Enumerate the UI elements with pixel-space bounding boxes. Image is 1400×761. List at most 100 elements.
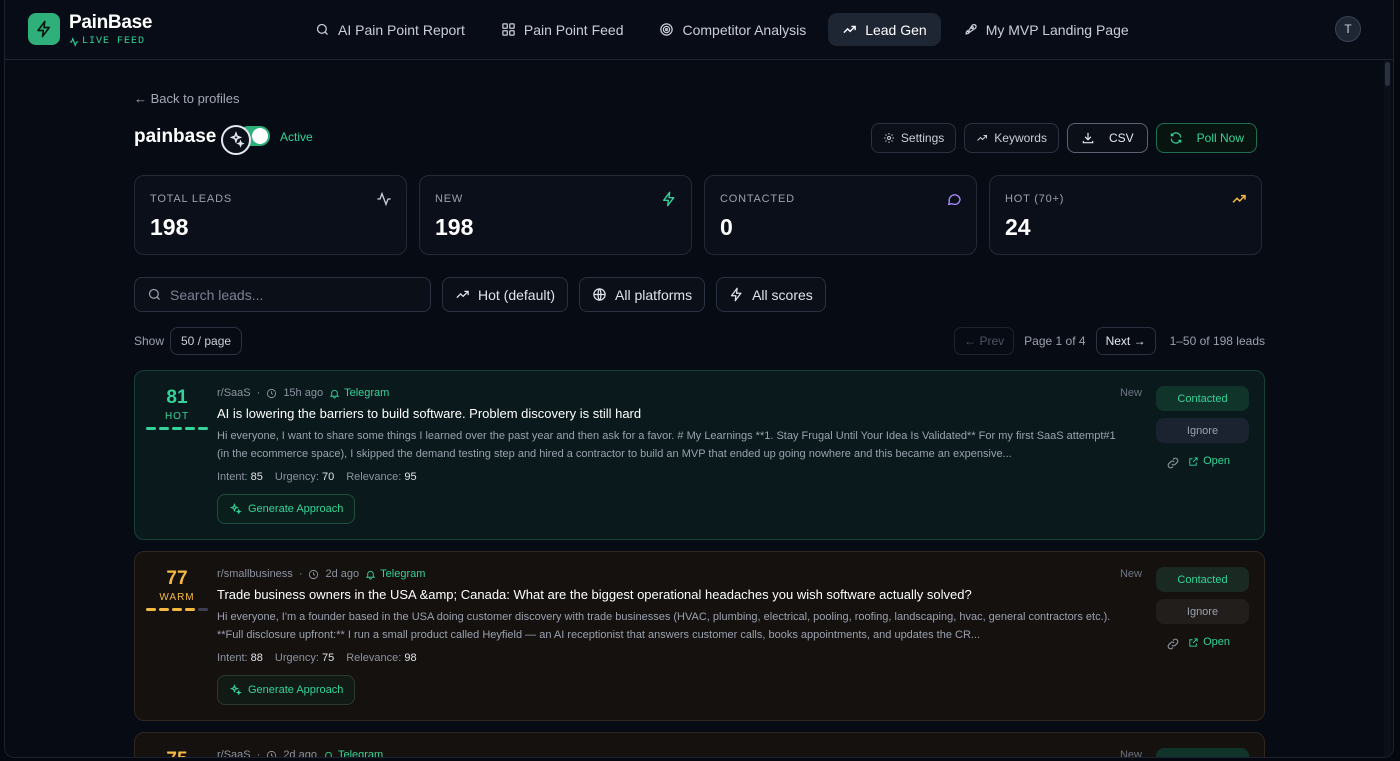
generate-label: Generate Approach bbox=[248, 503, 344, 515]
lead-source: Telegram bbox=[323, 749, 383, 757]
csv-export-button[interactable]: CSV bbox=[1066, 123, 1148, 153]
metric-value: 95 bbox=[404, 471, 417, 483]
status-badge: New bbox=[1119, 568, 1142, 580]
separator-dot: · bbox=[298, 568, 303, 580]
lead-title[interactable]: AI is lowering the barriers to build sof… bbox=[217, 406, 641, 421]
bell-icon bbox=[324, 751, 333, 757]
lead-subreddit[interactable]: r/SaaS bbox=[217, 387, 251, 399]
lead-card[interactable]: 81 HOT r/SaaS · 15h ago Telegram New AI … bbox=[134, 370, 1265, 540]
logo-icon[interactable] bbox=[28, 13, 60, 45]
pagination-row: Show 50 / page ← Prev Page 1 of 4 Next →… bbox=[134, 327, 1265, 355]
platform-label: All platforms bbox=[615, 286, 693, 303]
app-window: PainBase LIVE FEED AI Pain Point Report … bbox=[4, 0, 1394, 758]
scrollbar-track[interactable] bbox=[1384, 60, 1391, 757]
metric-value: 98 bbox=[404, 652, 417, 664]
trending-up-icon bbox=[843, 25, 857, 34]
score-value: 81 bbox=[166, 387, 188, 408]
score-bar bbox=[159, 608, 169, 611]
trending-up-icon bbox=[977, 135, 988, 141]
stat-value: 198 bbox=[150, 214, 189, 240]
ai-chat-icon[interactable] bbox=[221, 125, 251, 155]
settings-button[interactable]: Settings bbox=[870, 123, 957, 153]
lead-body: Hi everyone, I want to share some things… bbox=[217, 430, 1116, 460]
link-icon[interactable] bbox=[1166, 637, 1180, 651]
platform-dropdown[interactable]: All platforms bbox=[579, 277, 706, 312]
lead-subreddit[interactable]: r/smallbusiness bbox=[217, 568, 293, 580]
results-range: 1–50 of 198 leads bbox=[1169, 334, 1265, 348]
pulse-icon bbox=[69, 36, 79, 47]
score-value: 75 bbox=[145, 749, 209, 757]
target-icon bbox=[660, 23, 674, 36]
prev-page-button[interactable]: ← Prev bbox=[954, 327, 1015, 355]
nav-label: Pain Point Feed bbox=[523, 21, 624, 38]
main-nav: AI Pain Point Report Pain Point Feed Com… bbox=[301, 13, 1143, 46]
nav-ai-pain-point-report[interactable]: AI Pain Point Report bbox=[301, 13, 479, 46]
metric-urgency: Urgency: 75 bbox=[275, 652, 334, 664]
globe-icon bbox=[593, 288, 606, 301]
live-feed-indicator: LIVE FEED bbox=[69, 36, 145, 47]
score-bar bbox=[198, 427, 208, 430]
nav-lead-gen[interactable]: Lead Gen bbox=[828, 13, 941, 46]
contacted-button[interactable] bbox=[1156, 748, 1249, 757]
lead-meta: r/smallbusiness · 2d ago Telegram bbox=[217, 568, 425, 580]
per-page-select[interactable]: 50 / page bbox=[170, 327, 243, 355]
nav-label: Lead Gen bbox=[865, 21, 927, 38]
metric-value: 85 bbox=[250, 471, 263, 483]
metric-label: Relevance: bbox=[346, 652, 402, 664]
lead-metrics: Intent: 88 Urgency: 75 Relevance: 98 bbox=[217, 652, 417, 664]
keywords-button[interactable]: Keywords bbox=[964, 123, 1059, 153]
keywords-label: Keywords bbox=[994, 131, 1047, 145]
poll-now-button[interactable]: Poll Now bbox=[1155, 123, 1257, 153]
back-to-profiles-link[interactable]: ← Back to profiles bbox=[134, 91, 240, 106]
scores-dropdown[interactable]: All scores bbox=[716, 277, 826, 312]
nav-mvp-landing-page[interactable]: My MVP Landing Page bbox=[949, 13, 1143, 46]
contacted-button[interactable]: Contacted bbox=[1156, 567, 1249, 592]
scrollbar-thumb[interactable] bbox=[1385, 62, 1390, 86]
lead-age: 2d ago bbox=[283, 749, 317, 758]
generate-approach-button[interactable]: Generate Approach bbox=[217, 675, 356, 705]
clock-icon bbox=[267, 388, 277, 398]
page-indicator: Page 1 of 4 bbox=[1024, 334, 1086, 348]
lead-card[interactable]: 75 r/SaaS · 2d ago Telegram New bbox=[134, 732, 1265, 758]
score-bars bbox=[145, 427, 209, 430]
search-placeholder: Search leads... bbox=[170, 286, 264, 303]
next-page-button[interactable]: Next → bbox=[1095, 327, 1156, 355]
sort-dropdown[interactable]: Hot (default) bbox=[442, 277, 569, 312]
score-bar bbox=[172, 427, 182, 430]
generate-approach-button[interactable]: Generate Approach bbox=[217, 494, 356, 524]
ignore-button[interactable]: Ignore bbox=[1156, 418, 1249, 443]
metric-label: Urgency: bbox=[274, 471, 319, 483]
lead-card[interactable]: 77 WARM r/smallbusiness · 2d ago Telegra… bbox=[134, 551, 1265, 721]
message-icon bbox=[947, 194, 961, 206]
user-avatar[interactable]: T bbox=[1335, 16, 1361, 42]
toggle-knob bbox=[252, 128, 268, 144]
nav-competitor-analysis[interactable]: Competitor Analysis bbox=[645, 13, 820, 46]
sort-label: Hot (default) bbox=[478, 286, 556, 303]
lead-source: Telegram bbox=[329, 387, 389, 399]
lead-age: 2d ago bbox=[325, 568, 360, 580]
ignore-button[interactable]: Ignore bbox=[1156, 599, 1249, 624]
lead-title[interactable]: Trade business owners in the USA &amp; C… bbox=[217, 587, 972, 602]
metric-label: Relevance: bbox=[346, 471, 402, 483]
score-bar bbox=[198, 608, 208, 611]
clock-icon bbox=[267, 750, 277, 757]
stat-total-leads: TOTAL LEADS 198 bbox=[134, 175, 407, 255]
generate-label: Generate Approach bbox=[248, 684, 344, 696]
brand-name: PainBase bbox=[69, 12, 153, 33]
lead-subreddit[interactable]: r/SaaS bbox=[217, 749, 251, 757]
lead-metrics: Intent: 85 Urgency: 70 Relevance: 95 bbox=[217, 471, 417, 483]
search-input[interactable]: Search leads... bbox=[134, 277, 431, 312]
open-link[interactable]: Open bbox=[1188, 636, 1230, 648]
link-icon[interactable] bbox=[1166, 456, 1180, 470]
nav-pain-point-feed[interactable]: Pain Point Feed bbox=[487, 13, 638, 46]
external-link-icon bbox=[1189, 456, 1198, 466]
metric-relevance: Relevance: 95 bbox=[346, 471, 416, 483]
top-navbar: PainBase LIVE FEED AI Pain Point Report … bbox=[5, 0, 1393, 60]
stat-value: 24 bbox=[1005, 214, 1031, 240]
bell-icon bbox=[365, 570, 376, 580]
contacted-button[interactable]: Contacted bbox=[1156, 386, 1249, 411]
stat-hot: HOT (70+) 24 bbox=[989, 175, 1262, 255]
stat-contacted: CONTACTED 0 bbox=[704, 175, 977, 255]
open-link[interactable]: Open bbox=[1188, 455, 1230, 467]
score-bar bbox=[146, 427, 156, 430]
